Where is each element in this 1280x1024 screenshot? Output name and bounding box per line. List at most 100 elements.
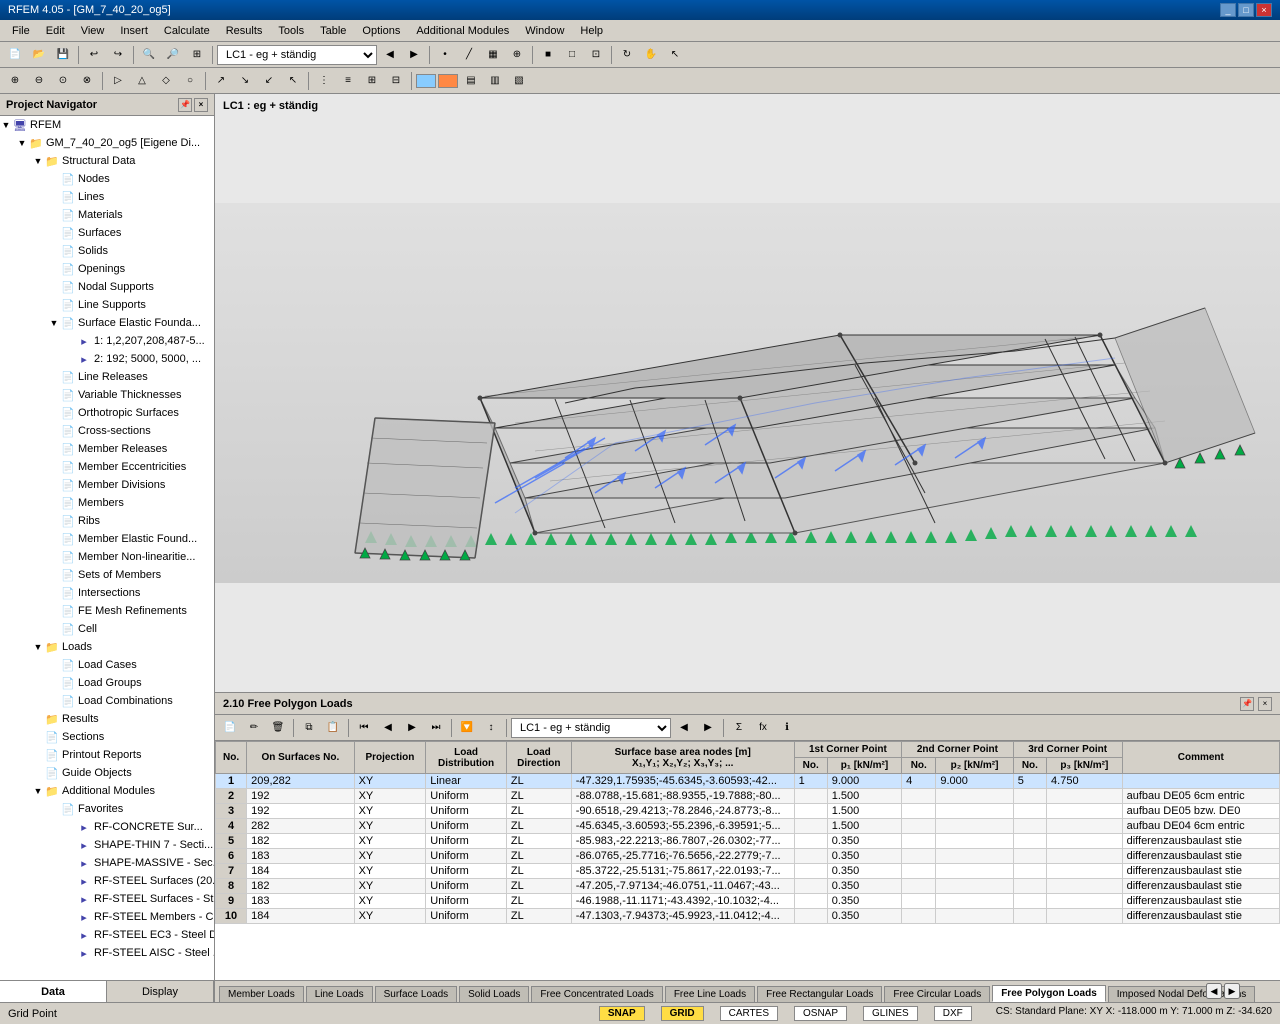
tree-item-4[interactable]: 📄Lines [0, 188, 214, 206]
tb2-btn1[interactable]: ⊕ [4, 70, 26, 92]
bt-fx[interactable]: fx [752, 717, 774, 739]
menu-results[interactable]: Results [218, 23, 271, 39]
table-row[interactable]: 7 184 XY Uniform ZL -85.3722,-25.5131;-7… [216, 864, 1280, 879]
redo-btn[interactable]: ↪ [107, 44, 129, 66]
tree-item-46[interactable]: ▸RF-STEEL AISC - Steel ... [0, 944, 214, 962]
menu-calculate[interactable]: Calculate [156, 23, 218, 39]
tree-item-7[interactable]: 📄Solids [0, 242, 214, 260]
select-btn[interactable]: ↖ [664, 44, 686, 66]
menu-options[interactable]: Options [354, 23, 408, 39]
viewport-3d[interactable]: LC1 : eg + ständig [215, 94, 1280, 692]
bt-sort[interactable]: ↕ [480, 717, 502, 739]
tree-item-3[interactable]: 📄Nodes [0, 170, 214, 188]
tb2-btn17[interactable]: ▤ [460, 70, 482, 92]
nav-tab-display[interactable]: Display [107, 981, 214, 1002]
glines-btn[interactable]: GLINES [863, 1006, 918, 1021]
tree-item-32[interactable]: 📄Load Combinations [0, 692, 214, 710]
tree-item-12[interactable]: ▸1: 1,2,207,208,487-5... [0, 332, 214, 350]
zoom-out-btn[interactable]: 🔎 [162, 44, 184, 66]
tb2-btn15[interactable]: ⊞ [361, 70, 383, 92]
tree-item-36[interactable]: 📄Guide Objects [0, 764, 214, 782]
menu-additional-modules[interactable]: Additional Modules [408, 23, 517, 39]
open-btn[interactable]: 📂 [28, 44, 50, 66]
snap-btn[interactable]: SNAP [599, 1006, 645, 1021]
tab-line-loads[interactable]: Line Loads [306, 986, 373, 1002]
line-btn[interactable]: ╱ [458, 44, 480, 66]
menu-table[interactable]: Table [312, 23, 354, 39]
table-row[interactable]: 5 182 XY Uniform ZL -85.983,-22.2213;-86… [216, 834, 1280, 849]
tab-free-circular-loads[interactable]: Free Circular Loads [884, 986, 990, 1002]
tree-item-16[interactable]: 📄Orthotropic Surfaces [0, 404, 214, 422]
rotate-btn[interactable]: ↻ [616, 44, 638, 66]
prev-lc-btn[interactable]: ◀ [379, 44, 401, 66]
tb2-btn3[interactable]: ⊙ [52, 70, 74, 92]
tree-item-30[interactable]: 📄Load Cases [0, 656, 214, 674]
tb2-btn13[interactable]: ⋮ [313, 70, 335, 92]
tree-item-29[interactable]: ▼📁Loads [0, 638, 214, 656]
tb2-btn9[interactable]: ↗ [210, 70, 232, 92]
tree-item-40[interactable]: ▸SHAPE-THIN 7 - Secti... [0, 836, 214, 854]
bt-lc-selector[interactable]: LC1 - eg + ständig [511, 718, 671, 738]
maximize-btn[interactable]: □ [1238, 3, 1254, 17]
tree-item-22[interactable]: 📄Ribs [0, 512, 214, 530]
tree-item-45[interactable]: ▸RF-STEEL EC3 - Steel D... [0, 926, 214, 944]
tb2-color1[interactable] [416, 74, 436, 88]
tree-item-11[interactable]: ▼📄Surface Elastic Founda... [0, 314, 214, 332]
tree-item-44[interactable]: ▸RF-STEEL Members - C... [0, 908, 214, 926]
minimize-btn[interactable]: _ [1220, 3, 1236, 17]
tab-scroll-left[interactable]: ◀ [1206, 983, 1222, 999]
tree-item-43[interactable]: ▸RF-STEEL Surfaces - St... [0, 890, 214, 908]
menu-window[interactable]: Window [517, 23, 572, 39]
menu-edit[interactable]: Edit [38, 23, 73, 39]
tab-scroll-right[interactable]: ▶ [1224, 983, 1240, 999]
lc-selector[interactable]: LC1 - eg + ständig [217, 45, 377, 65]
tree-item-25[interactable]: 📄Sets of Members [0, 566, 214, 584]
bt-copy[interactable]: ⧉ [298, 717, 320, 739]
tree-item-13[interactable]: ▸2: 192; 5000, 5000, ... [0, 350, 214, 368]
bt-delete[interactable]: 🗑 [267, 717, 289, 739]
nav-header-controls[interactable]: 📌 × [178, 98, 208, 112]
tree-item-35[interactable]: 📄Printout Reports [0, 746, 214, 764]
tree-item-42[interactable]: ▸RF-STEEL Surfaces (20... [0, 872, 214, 890]
table-row[interactable]: 3 192 XY Uniform ZL -90.6518,-29.4213;-7… [216, 804, 1280, 819]
zoom-in-btn[interactable]: 🔍 [138, 44, 160, 66]
save-btn[interactable]: 💾 [52, 44, 74, 66]
bt-last[interactable]: ⏭ [425, 717, 447, 739]
tree-item-27[interactable]: 📄FE Mesh Refinements [0, 602, 214, 620]
tb2-btn6[interactable]: △ [131, 70, 153, 92]
zoom-all-btn[interactable]: ⊞ [186, 44, 208, 66]
tree-item-26[interactable]: 📄Intersections [0, 584, 214, 602]
tree-item-1[interactable]: ▼📁GM_7_40_20_og5 [Eigene Di... [0, 134, 214, 152]
toggle-0[interactable]: ▼ [0, 119, 12, 131]
tb2-btn11[interactable]: ↙ [258, 70, 280, 92]
tab-solid-loads[interactable]: Solid Loads [459, 986, 529, 1002]
tree-item-5[interactable]: 📄Materials [0, 206, 214, 224]
dxf-btn[interactable]: DXF [934, 1006, 972, 1021]
bt-calc[interactable]: Σ [728, 717, 750, 739]
tree-item-41[interactable]: ▸SHAPE-MASSIVE - Sec... [0, 854, 214, 872]
tab-free-rectangular-loads[interactable]: Free Rectangular Loads [757, 986, 882, 1002]
title-controls[interactable]: _ □ × [1220, 3, 1272, 17]
tree-item-0[interactable]: ▼🖥RFEM [0, 116, 214, 134]
tree-item-28[interactable]: 📄Cell [0, 620, 214, 638]
tree-item-14[interactable]: 📄Line Releases [0, 368, 214, 386]
tab-surface-loads[interactable]: Surface Loads [375, 986, 458, 1002]
x-ray-btn[interactable]: ⊡ [585, 44, 607, 66]
table-row[interactable]: 6 183 XY Uniform ZL -86.0765,-25.7716;-7… [216, 849, 1280, 864]
tb2-btn12[interactable]: ↖ [282, 70, 304, 92]
toggle-1[interactable]: ▼ [16, 137, 28, 149]
toggle-11[interactable]: ▼ [48, 317, 60, 329]
tab-member-loads[interactable]: Member Loads [219, 986, 304, 1002]
render-btn[interactable]: ■ [537, 44, 559, 66]
tree-item-23[interactable]: 📄Member Elastic Found... [0, 530, 214, 548]
tab-free-concentrated-loads[interactable]: Free Concentrated Loads [531, 986, 662, 1002]
bt-prev[interactable]: ◀ [377, 717, 399, 739]
toggle-37[interactable]: ▼ [32, 785, 44, 797]
tree-item-20[interactable]: 📄Member Divisions [0, 476, 214, 494]
tree-item-15[interactable]: 📄Variable Thicknesses [0, 386, 214, 404]
menu-help[interactable]: Help [572, 23, 611, 39]
node-btn[interactable]: • [434, 44, 456, 66]
tree-item-24[interactable]: 📄Member Non-linearitie... [0, 548, 214, 566]
tb2-btn19[interactable]: ▧ [508, 70, 530, 92]
next-lc-btn[interactable]: ▶ [403, 44, 425, 66]
